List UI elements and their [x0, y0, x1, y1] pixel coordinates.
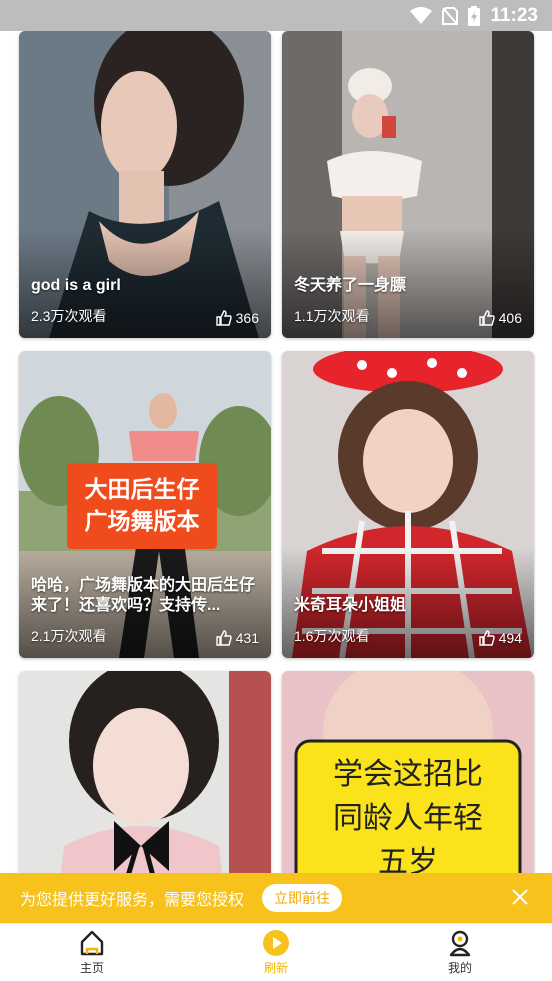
- tab-profile[interactable]: 我的: [368, 924, 552, 981]
- video-title: 哈哈，广场舞版本的大田后生仔来了！还喜欢吗？支持传...: [31, 577, 256, 614]
- video-card[interactable]: 大田后生仔 广场舞版本 哈哈，广场舞版本的大田后生仔来了！还喜欢吗？支持传...…: [19, 351, 271, 658]
- video-card[interactable]: 冬天养了一身膘 1.1万次观看 406: [282, 31, 534, 338]
- status-time: 11:23: [490, 4, 538, 26]
- overlay-line: 五岁: [378, 845, 438, 873]
- like-count-value: 366: [235, 310, 259, 326]
- view-count: 1.6万次观看: [294, 628, 370, 644]
- thumbs-up-icon: [478, 310, 495, 326]
- thumbs-up-icon: [215, 310, 232, 326]
- like-count-value: 406: [498, 310, 522, 326]
- thumbs-up-icon: [215, 630, 232, 646]
- video-grid[interactable]: god is a girl 2.3万次观看 366 冬天养了一身膘 1.1万次观…: [0, 31, 552, 873]
- tab-label: 我的: [447, 961, 472, 975]
- video-card[interactable]: 米奇耳朵小姐姐 1.6万次观看 494: [282, 351, 534, 658]
- video-title: god is a girl: [31, 277, 121, 294]
- like-count-value: 494: [498, 630, 522, 646]
- home-icon: [80, 930, 104, 956]
- view-count: 1.1万次观看: [294, 308, 370, 324]
- tab-home[interactable]: 主页: [0, 924, 184, 981]
- like-count[interactable]: 494: [478, 630, 522, 646]
- tab-label: 刷新: [263, 961, 288, 975]
- no-sim-icon: [442, 6, 459, 25]
- play-icon: [263, 930, 289, 956]
- video-overlay-caption: 学会这招比 同龄人年轻 五岁: [300, 749, 516, 873]
- overlay-line: 广场舞版本: [84, 509, 200, 535]
- like-count-value: 431: [235, 630, 259, 646]
- video-overlay-caption: 大田后生仔 广场舞版本: [71, 469, 213, 543]
- like-count[interactable]: 431: [215, 630, 259, 646]
- permission-banner: 为您提供更好服务，需要您授权 立即前往: [0, 873, 552, 923]
- battery-icon: [468, 5, 481, 26]
- banner-message: 为您提供更好服务，需要您授权: [20, 890, 245, 909]
- overlay-line: 同龄人年轻: [333, 801, 483, 836]
- status-bar: 11:23: [0, 0, 552, 31]
- like-count[interactable]: 366: [215, 310, 259, 326]
- video-title: 米奇耳朵小姐姐: [294, 597, 407, 614]
- video-card[interactable]: god is a girl 2.3万次观看 366: [19, 31, 271, 338]
- like-count[interactable]: 406: [478, 310, 522, 326]
- video-card[interactable]: 学会这招比 同龄人年轻 五岁: [282, 671, 534, 873]
- overlay-line: 大田后生仔: [84, 477, 200, 503]
- thumbs-up-icon: [478, 630, 495, 646]
- view-count: 2.3万次观看: [31, 308, 107, 324]
- go-now-button[interactable]: 立即前往: [262, 884, 343, 912]
- overlay-line: 学会这招比: [333, 757, 483, 792]
- video-title: 冬天养了一身膘: [294, 277, 407, 294]
- bottom-tab-bar: 主页 刷新 我的: [0, 923, 552, 981]
- view-count: 2.1万次观看: [31, 628, 107, 644]
- video-thumbnail: [19, 671, 271, 873]
- wifi-icon: [410, 6, 433, 24]
- tab-label: 主页: [79, 961, 104, 975]
- tab-refresh[interactable]: 刷新: [184, 924, 368, 981]
- profile-icon: [449, 930, 471, 957]
- video-card[interactable]: [19, 671, 271, 873]
- close-icon[interactable]: [510, 887, 530, 907]
